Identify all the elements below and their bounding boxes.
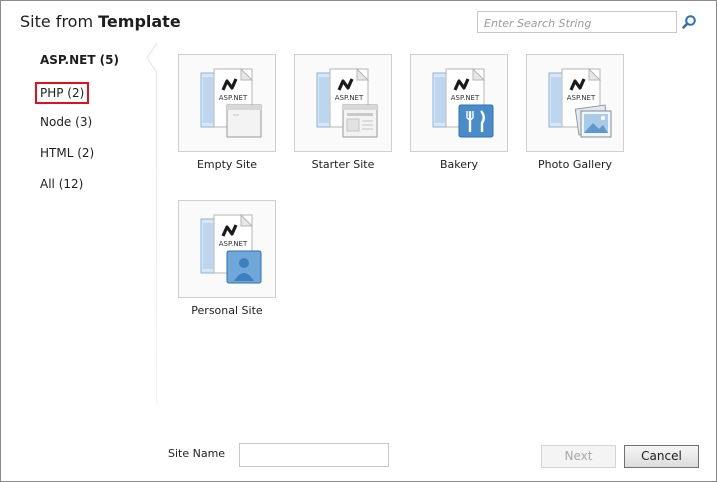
- aspnet-template-icon: ASP.NET: [200, 213, 262, 284]
- tile-badge: ASP.NET: [567, 94, 596, 102]
- fork-knife-icon: [458, 104, 494, 138]
- next-button[interactable]: Next: [541, 445, 616, 468]
- sidebar-item-php[interactable]: PHP (2): [35, 82, 90, 104]
- sidebar-item-aspnet[interactable]: ASP.NET (5): [35, 49, 124, 71]
- window-icon: [226, 104, 262, 138]
- tile-label: Empty Site: [196, 158, 258, 171]
- tile-label: Personal Site: [191, 304, 263, 317]
- tile-badge: ASP.NET: [335, 94, 364, 102]
- sidebar-divider: [156, 73, 157, 406]
- site-name-label: Site Name: [168, 447, 226, 460]
- selection-pointer: [146, 43, 158, 73]
- template-thumbnail: ASP.NET: [178, 200, 276, 298]
- search-icon[interactable]: [681, 14, 697, 30]
- aspnet-template-icon: ASP.NET: [316, 67, 378, 138]
- tile-label: Bakery: [439, 158, 479, 171]
- site-name-input[interactable]: [239, 443, 389, 467]
- template-thumbnail: ASP.NET: [178, 54, 276, 152]
- dialog-title-emphasis: Template: [98, 12, 181, 31]
- sidebar-item-node[interactable]: Node (3): [35, 111, 97, 133]
- aspnet-template-icon: ASP.NET: [548, 67, 612, 138]
- tile-badge: ASP.NET: [219, 240, 248, 248]
- tile-label: Starter Site: [311, 158, 375, 171]
- aspnet-template-icon: ASP.NET: [432, 67, 494, 138]
- search-box: [477, 11, 677, 34]
- sidebar-item-html[interactable]: HTML (2): [35, 142, 99, 164]
- photo-icon: [574, 104, 612, 138]
- person-icon: [226, 250, 262, 284]
- aspnet-template-icon: ASP.NET: [200, 67, 262, 138]
- template-thumbnail: ASP.NET: [410, 54, 508, 152]
- site-from-template-dialog: Site from Template ASP.NET (5) PHP (2) N…: [0, 0, 717, 482]
- dialog-title: Site from Template: [20, 12, 181, 31]
- tile-badge: ASP.NET: [451, 94, 480, 102]
- sidebar-item-all[interactable]: All (12): [35, 173, 88, 195]
- template-thumbnail: ASP.NET: [526, 54, 624, 152]
- cancel-button[interactable]: Cancel: [624, 445, 699, 468]
- template-thumbnail: ASP.NET: [294, 54, 392, 152]
- dialog-title-prefix: Site from: [20, 12, 99, 31]
- search-input[interactable]: [478, 13, 676, 34]
- starter-window-icon: [342, 104, 378, 138]
- tile-badge: ASP.NET: [219, 94, 248, 102]
- tile-label: Photo Gallery: [537, 158, 613, 171]
